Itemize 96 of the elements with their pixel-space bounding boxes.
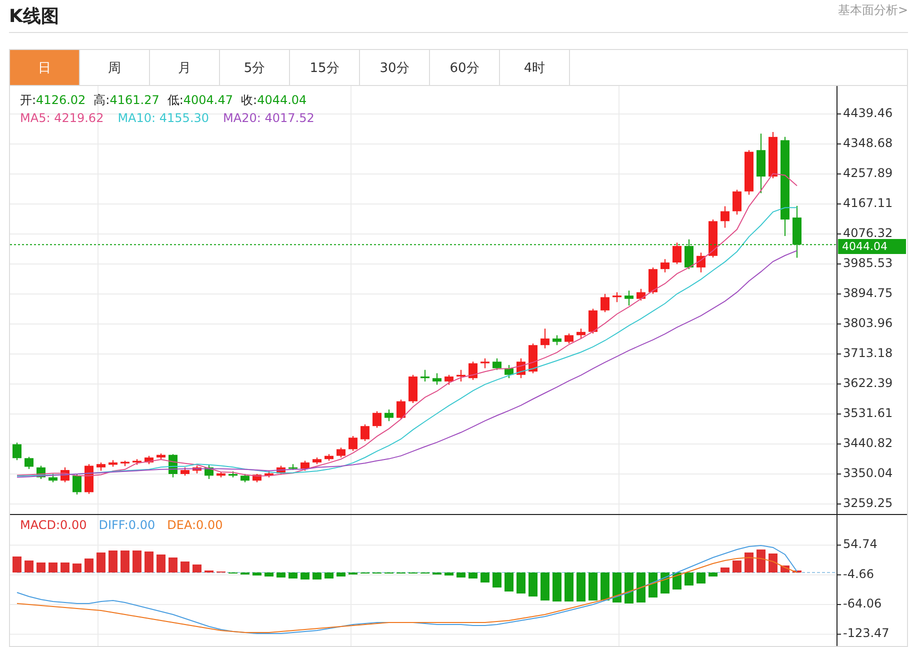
macd-legend-value: MACD:0.00 (20, 518, 87, 532)
price-axis-label: 3803.96 (836, 316, 893, 330)
candlestick (240, 474, 250, 483)
moving-average-value: MA5: 4219.62 (20, 111, 104, 125)
candlestick (636, 288, 646, 301)
candlestick (444, 374, 454, 386)
candlestick (672, 242, 682, 265)
candlestick (264, 470, 274, 478)
candlestick (84, 464, 94, 494)
candlestick (564, 333, 574, 344)
candlestick (792, 205, 802, 258)
candlestick (192, 465, 202, 474)
candlestick (180, 466, 190, 476)
candlestick (276, 465, 286, 476)
candlestick (756, 133, 766, 194)
page-title: K线图 (9, 5, 59, 28)
candlestick (744, 150, 754, 196)
candlestick (132, 458, 142, 466)
candlestick (372, 410, 382, 428)
y-tick-label: -4.66 (843, 566, 874, 581)
candlestick (300, 460, 310, 472)
candlestick (72, 474, 82, 495)
candlestick (336, 447, 346, 458)
moving-average-value: MA20: 4017.52 (223, 111, 314, 125)
candlestick (120, 460, 130, 467)
price-axis-label: 4076.32 (836, 226, 893, 240)
candlestick (708, 219, 718, 258)
candlestick (60, 466, 70, 483)
price-axis-label: 3622.39 (836, 376, 893, 390)
candlestick (612, 292, 622, 303)
candlestick (732, 189, 742, 216)
candlestick (408, 374, 418, 404)
candlestick (696, 252, 706, 273)
price-axis-label: 3985.53 (836, 256, 893, 270)
candlestick (420, 369, 430, 382)
candlestick (768, 131, 778, 179)
price-axis-label: 4167.11 (836, 196, 893, 210)
candlestick (492, 358, 502, 370)
candlestick (108, 460, 118, 468)
current-price-label: 4044.04 (838, 238, 906, 254)
candlestick (432, 372, 442, 386)
candlestick (576, 328, 586, 339)
candlestick (540, 328, 550, 349)
price-axis-label: -123.47 (836, 626, 890, 640)
candlestick (12, 442, 22, 461)
ohlc-value: 开:4126.02 (20, 92, 86, 109)
candlestick (396, 399, 406, 420)
price-axis-label: 4348.68 (836, 136, 893, 150)
candlestick (516, 358, 526, 379)
macd-legend-value: DEA:0.00 (167, 518, 223, 532)
candlestick (48, 474, 58, 483)
candlestick (228, 470, 238, 478)
candlestick (624, 290, 634, 306)
candlestick (96, 462, 106, 472)
price-axis-label: 3440.82 (836, 436, 893, 450)
candlestick (588, 308, 598, 334)
candlestick (216, 472, 226, 478)
price-axis-label: -4.66 (836, 566, 874, 581)
ohlc-value: 收:4044.04 (241, 92, 307, 109)
moving-average-value: MA10: 4155.30 (118, 111, 210, 125)
candlestick (684, 238, 694, 270)
ohlc-value: 低:4004.47 (167, 92, 234, 109)
price-axis-label: 3531.61 (836, 406, 893, 420)
price-axis-label: 3259.25 (836, 496, 893, 510)
candlestick (36, 465, 46, 480)
candlestick (348, 436, 358, 452)
candlestick (24, 456, 34, 470)
candlestick (468, 361, 478, 380)
price-axis-label: 3350.04 (836, 466, 893, 480)
candlestick (504, 364, 514, 379)
candlestick (324, 454, 334, 462)
candlestick (252, 474, 262, 483)
candlestick (720, 206, 730, 228)
price-axis-label: 3713.18 (836, 346, 893, 360)
candlestick (384, 409, 394, 422)
candlestick (144, 455, 154, 465)
price-axis-label: 4257.89 (836, 166, 893, 180)
price-axis-label: -64.06 (836, 596, 882, 611)
y-tick-label: 54.74 (843, 537, 878, 552)
price-axis-label: 4439.46 (836, 106, 893, 120)
price-axis-label: 3894.75 (836, 286, 893, 300)
candlestick (456, 369, 466, 382)
candlestick (552, 334, 562, 346)
macd-legend-value: DIFF:0.00 (98, 518, 156, 532)
candlestick (360, 424, 370, 442)
candlestick (156, 453, 166, 460)
candlestick (660, 258, 670, 273)
candlestick (204, 464, 214, 480)
candlestick (480, 358, 490, 369)
candlestick (648, 266, 658, 294)
candlestick (288, 464, 298, 471)
price-axis-label: 54.74 (836, 537, 878, 552)
candlestick (600, 293, 610, 313)
candlestick (312, 456, 322, 465)
ohlc-value: 高:4161.27 (94, 92, 160, 109)
candlestick (528, 342, 538, 374)
